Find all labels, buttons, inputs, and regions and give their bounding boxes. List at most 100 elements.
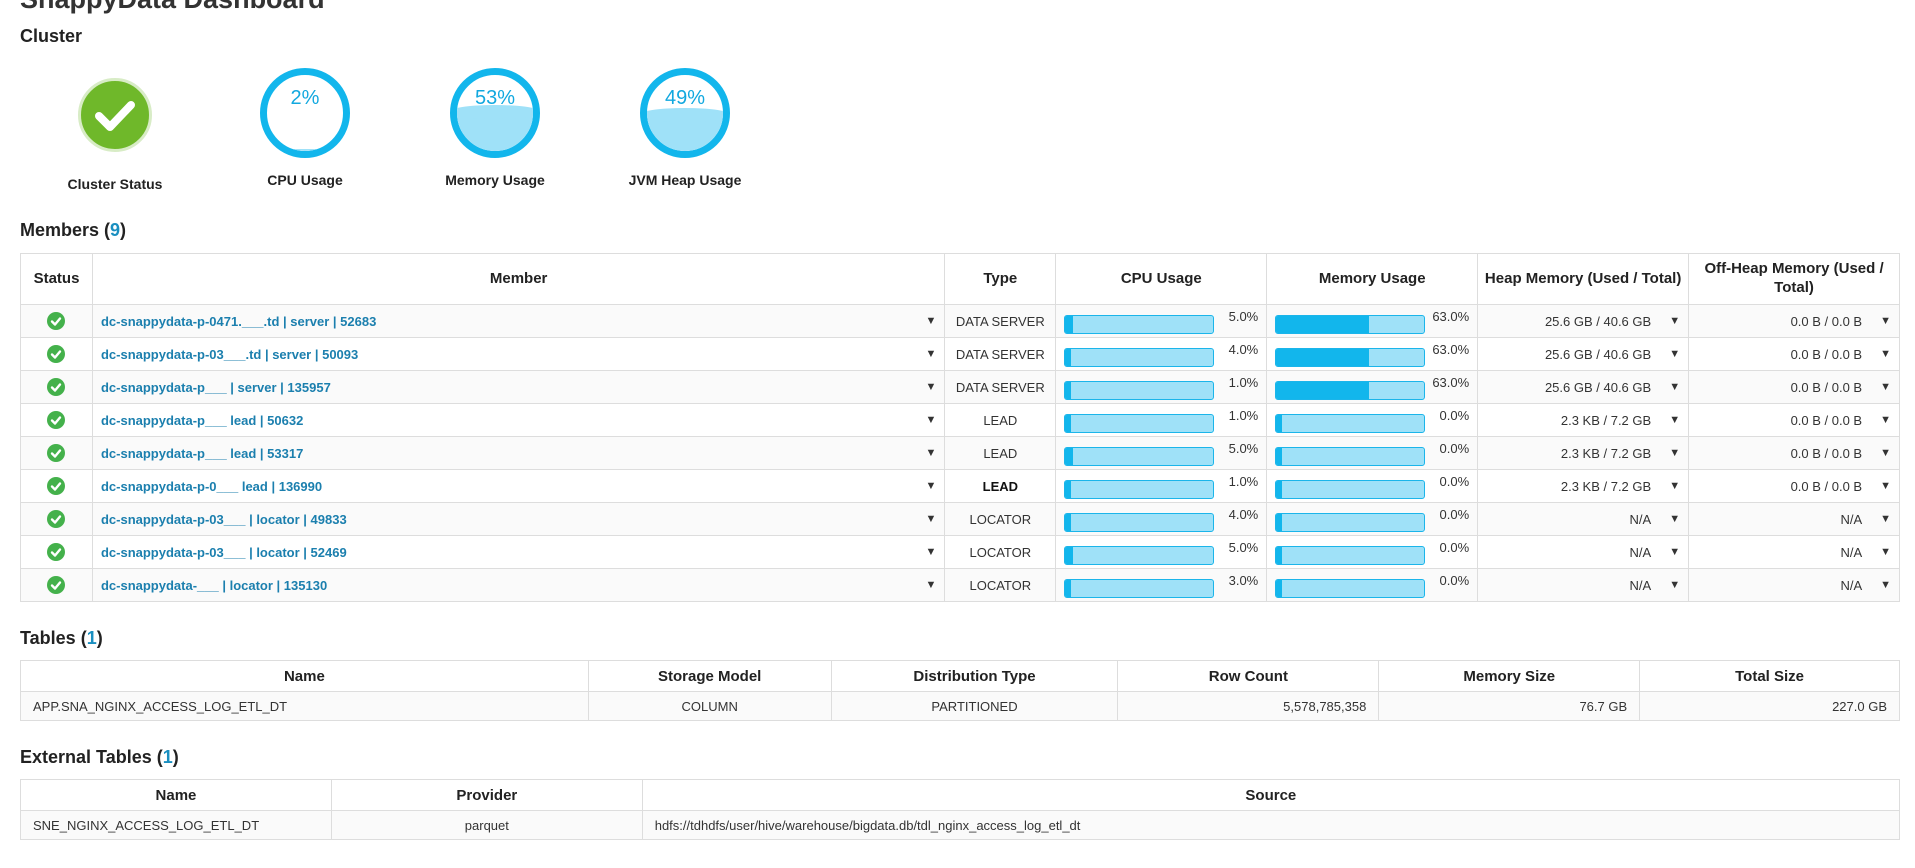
chevron-down-icon[interactable]: ▼ <box>1669 447 1680 459</box>
heap-memory-cell[interactable]: 25.6 GB / 40.6 GB ▼ <box>1477 337 1690 371</box>
chevron-down-icon[interactable]: ▼ <box>1669 315 1680 327</box>
member-link[interactable]: dc-snappydata-p-0471.___.td | server | 5… <box>101 314 376 329</box>
column-header-name[interactable]: Name <box>20 660 589 692</box>
column-header-total-size[interactable]: Total Size <box>1639 660 1900 692</box>
column-header-distribution-type[interactable]: Distribution Type <box>830 660 1119 692</box>
chevron-down-icon[interactable]: ▼ <box>1880 480 1891 492</box>
chevron-down-icon[interactable]: ▼ <box>1669 513 1680 525</box>
member-cell[interactable]: dc-snappydata-p___ lead | 53317 ▼ <box>91 436 946 470</box>
heap-memory-cell[interactable]: N/A ▼ <box>1477 535 1690 569</box>
ok-status-icon <box>47 510 66 528</box>
chevron-down-icon[interactable]: ▼ <box>925 447 936 459</box>
chevron-down-icon[interactable]: ▼ <box>1880 579 1891 591</box>
column-header-provider[interactable]: Provider <box>330 779 643 811</box>
cluster-status-gauge: Cluster Status <box>20 68 210 192</box>
cpu-usage-value: 4.0% <box>1228 506 1259 522</box>
member-link[interactable]: dc-snappydata-p-03___ | locator | 52469 <box>101 545 347 560</box>
chevron-down-icon[interactable]: ▼ <box>1880 315 1891 327</box>
chevron-down-icon[interactable]: ▼ <box>925 315 936 327</box>
member-link[interactable]: dc-snappydata-p-0___ lead | 136990 <box>101 479 322 494</box>
chevron-down-icon[interactable]: ▼ <box>1880 447 1891 459</box>
chevron-down-icon[interactable]: ▼ <box>1880 348 1891 360</box>
column-header-memory-usage[interactable]: Memory Usage <box>1266 253 1479 305</box>
member-row: dc-snappydata-p-03___ | locator | 52469 ▼… <box>20 535 1900 569</box>
offheap-memory-cell[interactable]: 0.0 B / 0.0 B ▼ <box>1688 436 1900 470</box>
column-header-memory-size[interactable]: Memory Size <box>1378 660 1641 692</box>
chevron-down-icon[interactable]: ▼ <box>925 381 936 393</box>
member-link[interactable]: dc-snappydata-p___ lead | 50632 <box>101 413 303 428</box>
memory-usage-cell: 63.0% <box>1266 304 1479 338</box>
ok-status-icon <box>47 411 66 429</box>
member-row: dc-snappydata-p___ lead | 50632 ▼ LEAD 1.0%… <box>20 403 1900 437</box>
chevron-down-icon[interactable]: ▼ <box>1669 480 1680 492</box>
chevron-down-icon[interactable]: ▼ <box>1880 513 1891 525</box>
member-cell[interactable]: dc-snappydata-p-03___ | locator | 52469 ▼ <box>91 535 946 569</box>
cpu-usage-bar <box>1064 314 1215 334</box>
offheap-memory-cell[interactable]: 0.0 B / 0.0 B ▼ <box>1688 337 1900 371</box>
heap-memory-cell[interactable]: N/A ▼ <box>1477 502 1690 536</box>
column-header-row-count[interactable]: Row Count <box>1117 660 1380 692</box>
bar-fill <box>1065 513 1072 531</box>
column-header-name[interactable]: Name <box>20 779 332 811</box>
column-header-type[interactable]: Type <box>944 253 1057 305</box>
chevron-down-icon[interactable]: ▼ <box>925 513 936 525</box>
memory-usage-cell: 63.0% <box>1266 337 1479 371</box>
heap-memory-cell[interactable]: 2.3 KB / 7.2 GB ▼ <box>1477 403 1690 437</box>
bar-fill <box>1276 546 1283 564</box>
offheap-memory-cell[interactable]: 0.0 B / 0.0 B ▼ <box>1688 370 1900 404</box>
chevron-down-icon[interactable]: ▼ <box>925 480 936 492</box>
member-cell[interactable]: dc-snappydata-p___ lead | 50632 ▼ <box>91 403 946 437</box>
heap-memory-cell[interactable]: 25.6 GB / 40.6 GB ▼ <box>1477 370 1690 404</box>
member-cell[interactable]: dc-snappydata-p-0471.___.td | server | 5… <box>91 304 946 338</box>
member-link[interactable]: dc-snappydata-p___ | server | 135957 <box>101 380 331 395</box>
ok-status-icon <box>47 444 66 462</box>
heap-memory-cell[interactable]: 2.3 KB / 7.2 GB ▼ <box>1477 436 1690 470</box>
offheap-memory-cell[interactable]: 0.0 B / 0.0 B ▼ <box>1688 403 1900 437</box>
chevron-down-icon[interactable]: ▼ <box>1880 381 1891 393</box>
member-link[interactable]: dc-snappydata-p___ lead | 53317 <box>101 446 303 461</box>
status-cell <box>20 502 93 536</box>
member-cell[interactable]: dc-snappydata-___ | locator | 135130 ▼ <box>91 568 946 602</box>
column-header-member[interactable]: Member <box>91 253 946 305</box>
chevron-down-icon[interactable]: ▼ <box>1880 546 1891 558</box>
chevron-down-icon[interactable]: ▼ <box>1669 381 1680 393</box>
offheap-memory-cell[interactable]: N/A ▼ <box>1688 535 1900 569</box>
chevron-down-icon[interactable]: ▼ <box>925 414 936 426</box>
external-table-name-cell: SNE_NGINX_ACCESS_LOG_ETL_DT <box>20 810 332 840</box>
column-header-offheap-memory[interactable]: Off-Heap Memory (Used / Total) <box>1688 253 1900 305</box>
member-link[interactable]: dc-snappydata-p-03___.td | server | 5009… <box>101 347 358 362</box>
chevron-down-icon[interactable]: ▼ <box>1669 414 1680 426</box>
member-link[interactable]: dc-snappydata-___ | locator | 135130 <box>101 578 327 593</box>
heap-memory-cell[interactable]: N/A ▼ <box>1477 568 1690 602</box>
chevron-down-icon[interactable]: ▼ <box>1669 546 1680 558</box>
bar-fill <box>1276 381 1370 399</box>
offheap-memory-cell[interactable]: 0.0 B / 0.0 B ▼ <box>1688 469 1900 503</box>
ok-status-icon <box>47 477 66 495</box>
member-link[interactable]: dc-snappydata-p-03___ | locator | 49833 <box>101 512 347 527</box>
chevron-down-icon[interactable]: ▼ <box>925 348 936 360</box>
cpu-usage-value: 4.0% <box>1228 341 1259 357</box>
status-cell <box>20 436 93 470</box>
chevron-down-icon[interactable]: ▼ <box>1669 579 1680 591</box>
cpu-usage-value: 1.0% <box>1228 407 1259 423</box>
chevron-down-icon[interactable]: ▼ <box>925 546 936 558</box>
column-header-cpu-usage[interactable]: CPU Usage <box>1055 253 1268 305</box>
chevron-down-icon[interactable]: ▼ <box>1880 414 1891 426</box>
member-cell[interactable]: dc-snappydata-p-0___ lead | 136990 ▼ <box>91 469 946 503</box>
member-cell[interactable]: dc-snappydata-p-03___.td | server | 5009… <box>91 337 946 371</box>
offheap-memory-cell[interactable]: 0.0 B / 0.0 B ▼ <box>1688 304 1900 338</box>
offheap-memory-cell[interactable]: N/A ▼ <box>1688 502 1900 536</box>
column-header-source[interactable]: Source <box>641 779 1901 811</box>
column-header-storage-model[interactable]: Storage Model <box>587 660 832 692</box>
memory-usage-gauge: 53% Memory Usage <box>400 68 590 188</box>
column-header-heap-memory[interactable]: Heap Memory (Used / Total) <box>1477 253 1690 305</box>
offheap-memory-value: N/A <box>1840 544 1863 560</box>
member-cell[interactable]: dc-snappydata-p-03___ | locator | 49833 ▼ <box>91 502 946 536</box>
chevron-down-icon[interactable]: ▼ <box>1669 348 1680 360</box>
heap-memory-cell[interactable]: 25.6 GB / 40.6 GB ▼ <box>1477 304 1690 338</box>
member-cell[interactable]: dc-snappydata-p___ | server | 135957 ▼ <box>91 370 946 404</box>
heap-memory-cell[interactable]: 2.3 KB / 7.2 GB ▼ <box>1477 469 1690 503</box>
offheap-memory-cell[interactable]: N/A ▼ <box>1688 568 1900 602</box>
chevron-down-icon[interactable]: ▼ <box>925 579 936 591</box>
column-header-status[interactable]: Status <box>20 253 93 305</box>
